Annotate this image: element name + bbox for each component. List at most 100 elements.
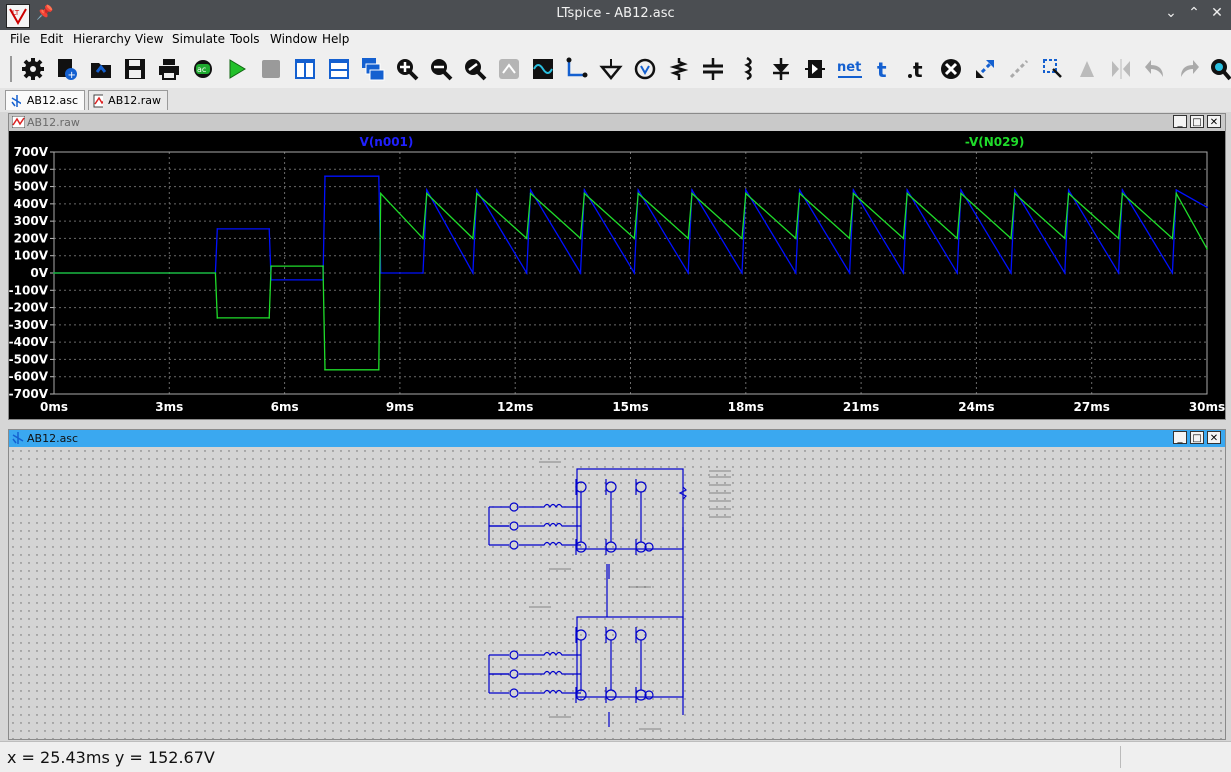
- trace-1-point: [691, 189, 693, 191]
- y-tick-label: -700V: [9, 387, 49, 401]
- voltage-source-icon[interactable]: [632, 56, 658, 82]
- trace-2-point: [741, 237, 743, 240]
- wire-icon[interactable]: [564, 56, 590, 82]
- tab-ab12-raw[interactable]: AB12.raw: [88, 90, 168, 110]
- close-icon[interactable]: ✕: [1208, 5, 1226, 21]
- waveform-icon: [12, 116, 25, 128]
- close-icon[interactable]: ✕: [1207, 431, 1221, 444]
- menu-hierarchy[interactable]: Hierarchy: [73, 32, 131, 46]
- menu-window[interactable]: Window: [270, 32, 317, 46]
- y-tick-label: -300V: [9, 318, 49, 332]
- trace-2-point: [956, 237, 958, 240]
- trace-2-point: [472, 237, 474, 240]
- trace-2-point: [848, 237, 851, 240]
- menu-file[interactable]: File: [10, 32, 30, 46]
- minimize-icon[interactable]: _: [1173, 431, 1187, 444]
- schematic-canvas[interactable]: [9, 447, 1225, 739]
- trace-2-point: [1121, 192, 1124, 195]
- move-icon[interactable]: [972, 56, 998, 82]
- netlist-icon[interactable]: ac: [190, 56, 216, 82]
- x-tick-label: 27ms: [1074, 400, 1110, 414]
- print-icon[interactable]: [156, 56, 182, 82]
- y-tick-label: 100V: [14, 249, 49, 263]
- rotate-icon[interactable]: [1074, 56, 1100, 82]
- y-tick-label: -100V: [9, 283, 49, 297]
- cascade-icon[interactable]: [360, 56, 386, 82]
- menu-edit[interactable]: Edit: [40, 32, 63, 46]
- run-icon[interactable]: [224, 56, 250, 82]
- zoom-out-icon[interactable]: [428, 56, 454, 82]
- zoom-in-icon[interactable]: [394, 56, 420, 82]
- waveform-plot[interactable]: 0ms 3ms 6ms 9ms 12ms 15ms 18ms 21ms 24ms 27ms 30ms…: [9, 131, 1225, 419]
- menu-simulate[interactable]: Simulate: [172, 32, 225, 46]
- trace-1-point: [745, 189, 747, 191]
- tile-horizontal-icon[interactable]: [326, 56, 352, 82]
- menu-view[interactable]: View: [135, 32, 163, 46]
- trace-2-point: [960, 192, 962, 195]
- trace-2-point: [324, 369, 326, 371]
- y-tick-label: -200V: [9, 301, 49, 315]
- net-label-icon[interactable]: net: [836, 56, 864, 82]
- trace-1-point: [741, 272, 743, 274]
- trace-2-point: [794, 237, 797, 240]
- sine-source-icon[interactable]: [530, 56, 556, 82]
- restore-icon[interactable]: □: [1190, 431, 1204, 444]
- x-tick-label: 0ms: [40, 400, 68, 414]
- y-tick-label: -400V: [9, 335, 49, 349]
- redo-icon[interactable]: [1176, 56, 1202, 82]
- menu-tools[interactable]: Tools: [230, 32, 260, 46]
- ground-icon[interactable]: [598, 56, 624, 82]
- trace-2-point: [426, 192, 428, 195]
- toolbar: + ac net t t: [0, 50, 1231, 89]
- close-icon[interactable]: ✕: [1207, 115, 1221, 128]
- x-tick-label: 12ms: [497, 400, 533, 414]
- spice-directive-icon[interactable]: t: [904, 56, 930, 82]
- tab-ab12-asc[interactable]: AB12.asc: [5, 90, 85, 110]
- maximize-icon[interactable]: ⌃: [1185, 5, 1203, 21]
- schematic-icon: [12, 432, 24, 444]
- find-icon[interactable]: [1206, 56, 1231, 82]
- y-tick-label: 300V: [14, 214, 49, 228]
- trace-1-point: [637, 189, 639, 191]
- text-icon[interactable]: t: [870, 56, 896, 82]
- resistor-icon[interactable]: [666, 56, 692, 82]
- trace-1-point: [902, 272, 905, 274]
- save-icon[interactable]: [122, 56, 148, 82]
- open-icon[interactable]: [88, 56, 114, 82]
- undo-icon[interactable]: [1142, 56, 1168, 82]
- delete-icon[interactable]: [938, 56, 964, 82]
- x-tick-label: 18ms: [728, 400, 764, 414]
- trace-2-point: [852, 192, 855, 195]
- minimize-icon[interactable]: _: [1173, 115, 1187, 128]
- mirror-icon[interactable]: [1108, 56, 1134, 82]
- minimize-icon[interactable]: ⌄: [1162, 5, 1180, 21]
- diode-icon[interactable]: [768, 56, 794, 82]
- trace-2-label: -V(N029): [965, 135, 1024, 149]
- trace-1-point: [633, 272, 636, 274]
- zoom-fit-icon[interactable]: [462, 56, 488, 82]
- control-panel-icon[interactable]: [20, 56, 46, 82]
- tab-label: AB12.asc: [26, 94, 78, 107]
- drag-icon[interactable]: [1006, 56, 1032, 82]
- trace-1-point: [1171, 272, 1174, 274]
- tile-vertical-icon[interactable]: [292, 56, 318, 82]
- inductor-icon[interactable]: [734, 56, 760, 82]
- component-icon[interactable]: [802, 56, 828, 82]
- y-tick-label: -500V: [9, 352, 49, 366]
- x-tick-label: 6ms: [271, 400, 299, 414]
- svg-text:t: t: [877, 58, 887, 81]
- halt-icon[interactable]: [258, 56, 284, 82]
- trace-1-point: [956, 272, 958, 274]
- new-schematic-icon[interactable]: +: [54, 56, 80, 82]
- duplicate-icon[interactable]: [1040, 56, 1066, 82]
- menu-help[interactable]: Help: [322, 32, 349, 46]
- restore-icon[interactable]: □: [1190, 115, 1204, 128]
- y-tick-label: 400V: [14, 197, 49, 211]
- trace-1-point: [798, 189, 801, 191]
- trace-1-point: [848, 272, 851, 274]
- svg-text:+: +: [68, 70, 76, 81]
- trace-1-point: [1117, 272, 1120, 274]
- capacitor-icon[interactable]: [700, 56, 726, 82]
- trace-1-point: [475, 189, 478, 191]
- autorange-icon[interactable]: [496, 56, 522, 82]
